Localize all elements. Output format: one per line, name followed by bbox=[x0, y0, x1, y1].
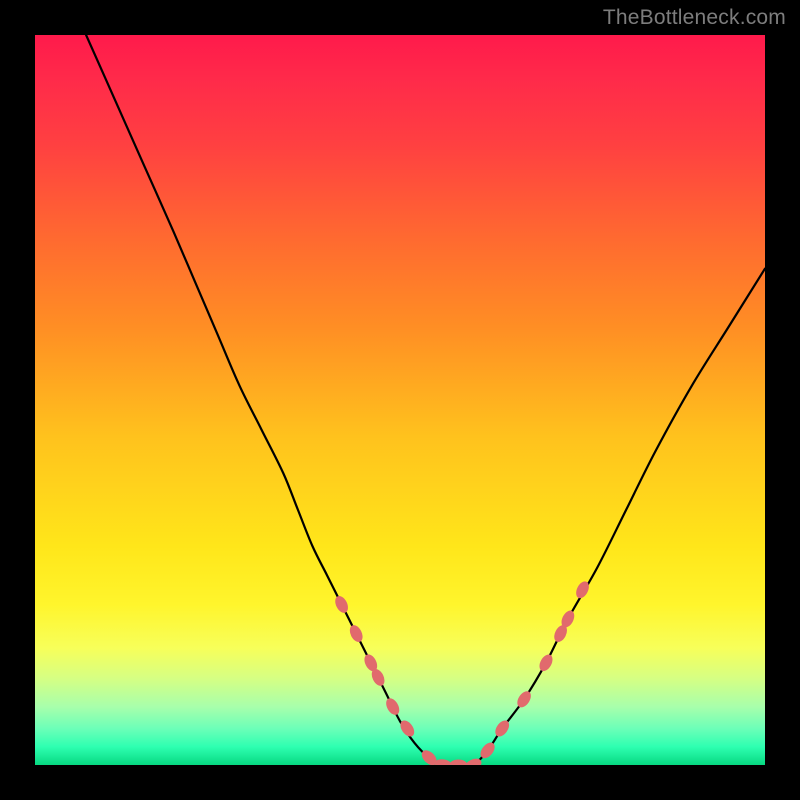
watermark-text: TheBottleneck.com bbox=[603, 6, 786, 30]
marker-dot bbox=[347, 623, 365, 644]
marker-dot bbox=[333, 594, 351, 615]
marker-dot bbox=[383, 696, 401, 717]
marker-dot bbox=[537, 652, 555, 673]
plot-area bbox=[35, 35, 765, 765]
marker-dot bbox=[515, 689, 534, 710]
curve-layer bbox=[35, 35, 765, 765]
bottleneck-curve bbox=[86, 35, 765, 765]
chart-frame: TheBottleneck.com bbox=[0, 0, 800, 800]
highlighted-points bbox=[333, 579, 592, 765]
marker-dot bbox=[449, 760, 467, 766]
